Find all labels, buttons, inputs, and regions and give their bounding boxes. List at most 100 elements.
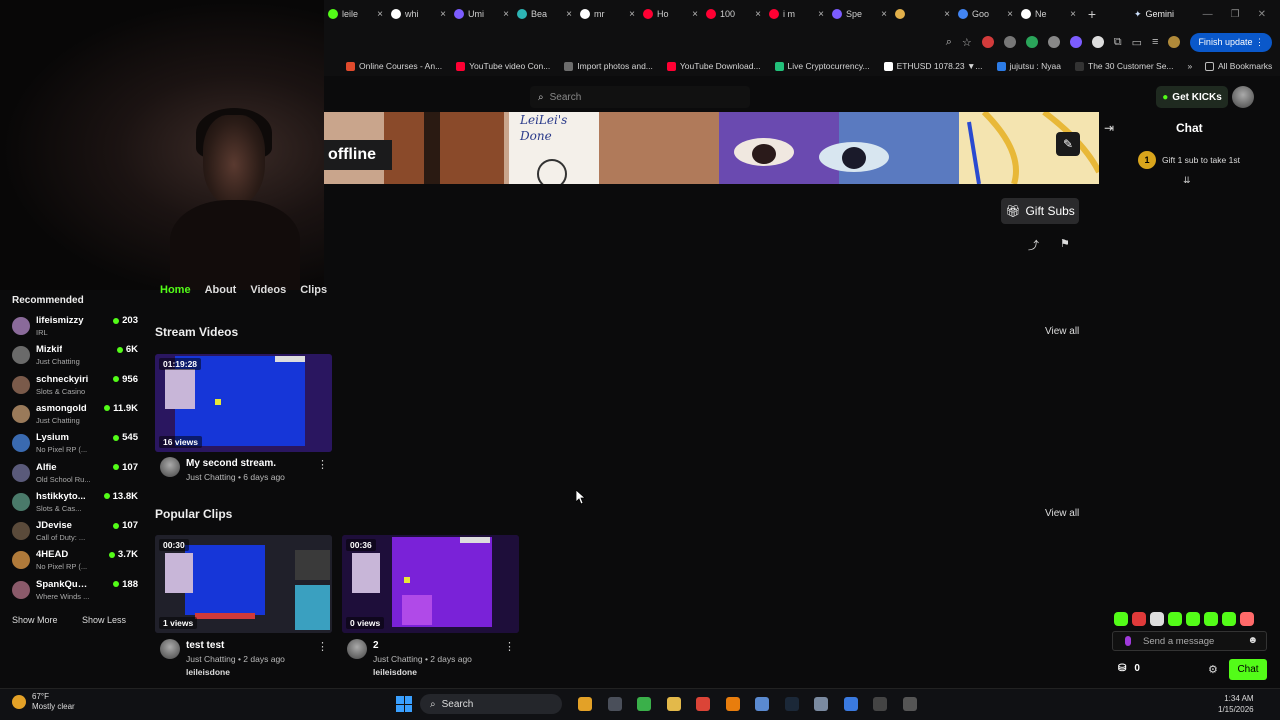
sidebar-channel-item[interactable]: asmongold Just Chatting 11.9K [12,403,138,432]
close-tab-icon[interactable]: × [944,9,950,20]
browser-tab[interactable]: Ne × [1017,0,1080,28]
close-tab-icon[interactable]: × [755,9,761,20]
browser-tab[interactable]: 100 × [702,0,765,28]
folder-icon[interactable] [666,697,681,711]
browser-tab[interactable]: Spe × [828,0,891,28]
edit-banner-button[interactable]: ✎ [1056,132,1080,156]
more-options-icon[interactable]: ⋮ [317,640,328,653]
avatar[interactable] [160,457,180,477]
emote-icon[interactable] [1168,612,1182,626]
close-tab-icon[interactable]: × [503,9,509,20]
steam-icon[interactable] [784,697,799,711]
tab-search-icon[interactable]: ≡ [1152,36,1158,48]
tab-about[interactable]: About [205,284,237,296]
avatar[interactable] [160,639,180,659]
extension-white-icon[interactable] [1091,36,1104,48]
report-icon[interactable]: ⚑ [1060,237,1070,250]
bookmark-item[interactable]: Online Courses - An... [346,61,442,71]
get-kicks-button[interactable]: ● Get KICKs [1156,86,1228,108]
zoom-icon[interactable]: ⌕ [946,36,952,49]
browser-tab[interactable]: i m × [765,0,828,28]
sidebar-channel-item[interactable]: JDevise Call of Duty: ... 107 [12,520,138,549]
sidebar-channel-item[interactable]: 4HEAD No Pixel RP (... 3.7K [12,549,138,578]
profile-avatar-icon[interactable] [1168,36,1181,48]
gift-leaderboard[interactable]: 1 Gift 1 sub to take 1st [1138,151,1240,169]
video-title[interactable]: My second stream. [186,458,276,469]
close-icon[interactable]: ✕ [1258,9,1266,20]
clip-title[interactable]: test test [186,640,224,651]
sidebar-channel-item[interactable]: lifeismizzy IRL 203 [12,315,138,344]
all-bookmarks[interactable]: » All Bookmarks [1188,61,1280,71]
share-icon[interactable]: ⤴ [1028,237,1039,253]
blender-icon[interactable] [725,697,740,711]
gemini-button[interactable]: ✦ Gemini [1134,9,1174,20]
close-tab-icon[interactable]: × [692,9,698,20]
user-avatar[interactable] [1232,86,1254,108]
close-tab-icon[interactable]: × [440,9,446,20]
stream-videos-view-all[interactable]: View all [1045,326,1079,337]
browser-tab[interactable]: whi × [387,0,450,28]
browser-tab[interactable]: × [891,0,954,28]
microphone-icon[interactable] [1125,636,1131,646]
browser-tab[interactable]: Bea × [513,0,576,28]
burger-icon[interactable] [578,697,592,711]
gift-subs-button[interactable]: 🎁︎ Gift Subs [1001,198,1079,224]
obs-icon[interactable] [873,697,887,711]
show-less-button[interactable]: Show Less [82,615,126,625]
emote-icon[interactable] [1204,612,1218,626]
minimize-icon[interactable]: — [1203,9,1213,20]
system-clock[interactable]: 1:34 AM 1/15/2026 [1218,693,1254,715]
close-tab-icon[interactable]: × [1070,9,1076,20]
steam-blue-icon[interactable] [755,697,769,711]
emoji-icon[interactable]: ☻ [1247,635,1258,646]
close-tab-icon[interactable]: × [377,9,383,20]
browser-tab[interactable]: Goo × [954,0,1017,28]
close-tab-icon[interactable]: × [566,9,572,20]
browser-tab[interactable]: leile × [324,0,387,28]
browser-tab[interactable]: Umi × [450,0,513,28]
emote-icon[interactable] [1222,612,1236,626]
more-options-icon[interactable]: ⋮ [504,640,515,653]
emote-icon[interactable] [1240,612,1254,626]
weather-widget[interactable]: 67°F Mostly clear [12,692,75,712]
extension-red-icon[interactable] [981,36,994,48]
blue-app-icon[interactable] [843,697,858,711]
show-more-button[interactable]: Show More [12,615,58,625]
send-chat-button[interactable]: Chat [1229,659,1267,680]
window-icon[interactable] [607,697,622,711]
chat-message-input[interactable]: Send a message ☻ [1112,631,1267,651]
sidebar-channel-item[interactable]: Mizkif Just Chatting 6K [12,344,138,373]
settings-icon[interactable] [814,697,828,711]
emote-icon[interactable] [1186,612,1200,626]
popular-clips-view-all[interactable]: View all [1045,508,1079,519]
bookmark-item[interactable]: YouTube Download... [666,61,761,71]
tab-clips[interactable]: Clips [300,284,327,296]
extension-purple-icon[interactable] [1069,36,1082,48]
bookmark-item[interactable]: Import photos and... [564,61,653,71]
extension-glasses-icon[interactable] [1047,36,1060,48]
emote-icon[interactable] [1150,612,1164,626]
sidebar-channel-item[interactable]: Lysium No Pixel RP (... 545 [12,432,138,461]
video-thumbnail[interactable]: 01:19:28 16 views [155,354,332,452]
clip-thumbnail[interactable]: 00:36 0 views [342,535,519,633]
green-app-icon[interactable] [637,697,651,711]
extension-green-icon[interactable] [1025,36,1038,48]
search-input[interactable]: ⌕ Search [530,86,750,108]
browser-tab[interactable]: mr × [576,0,639,28]
more-options-icon[interactable]: ⋮ [317,458,328,471]
finish-update-button[interactable]: Finish update ⋮ [1190,32,1272,52]
close-tab-icon[interactable]: × [818,9,824,20]
taskbar-search[interactable]: ⌕ Search [420,694,562,714]
avatar[interactable] [347,639,367,659]
collapse-chat-icon[interactable]: ⇥ [1104,121,1114,135]
bookmark-item[interactable]: ETHUSD 1078.23 ▼... [883,61,983,71]
bookmark-item[interactable]: The 30 Customer Se... [1075,61,1174,71]
windows-start-icon[interactable] [396,696,412,712]
bookmark-item[interactable]: YouTube video Con... [456,61,550,71]
clip-user[interactable]: leileisdone [186,667,230,677]
browser-tab[interactable]: Ho × [639,0,702,28]
maximize-icon[interactable]: ❐ [1231,9,1240,20]
close-tab-icon[interactable]: × [629,9,635,20]
expand-icon[interactable]: ⇊ [1183,175,1191,186]
close-tab-icon[interactable]: × [1007,9,1013,20]
